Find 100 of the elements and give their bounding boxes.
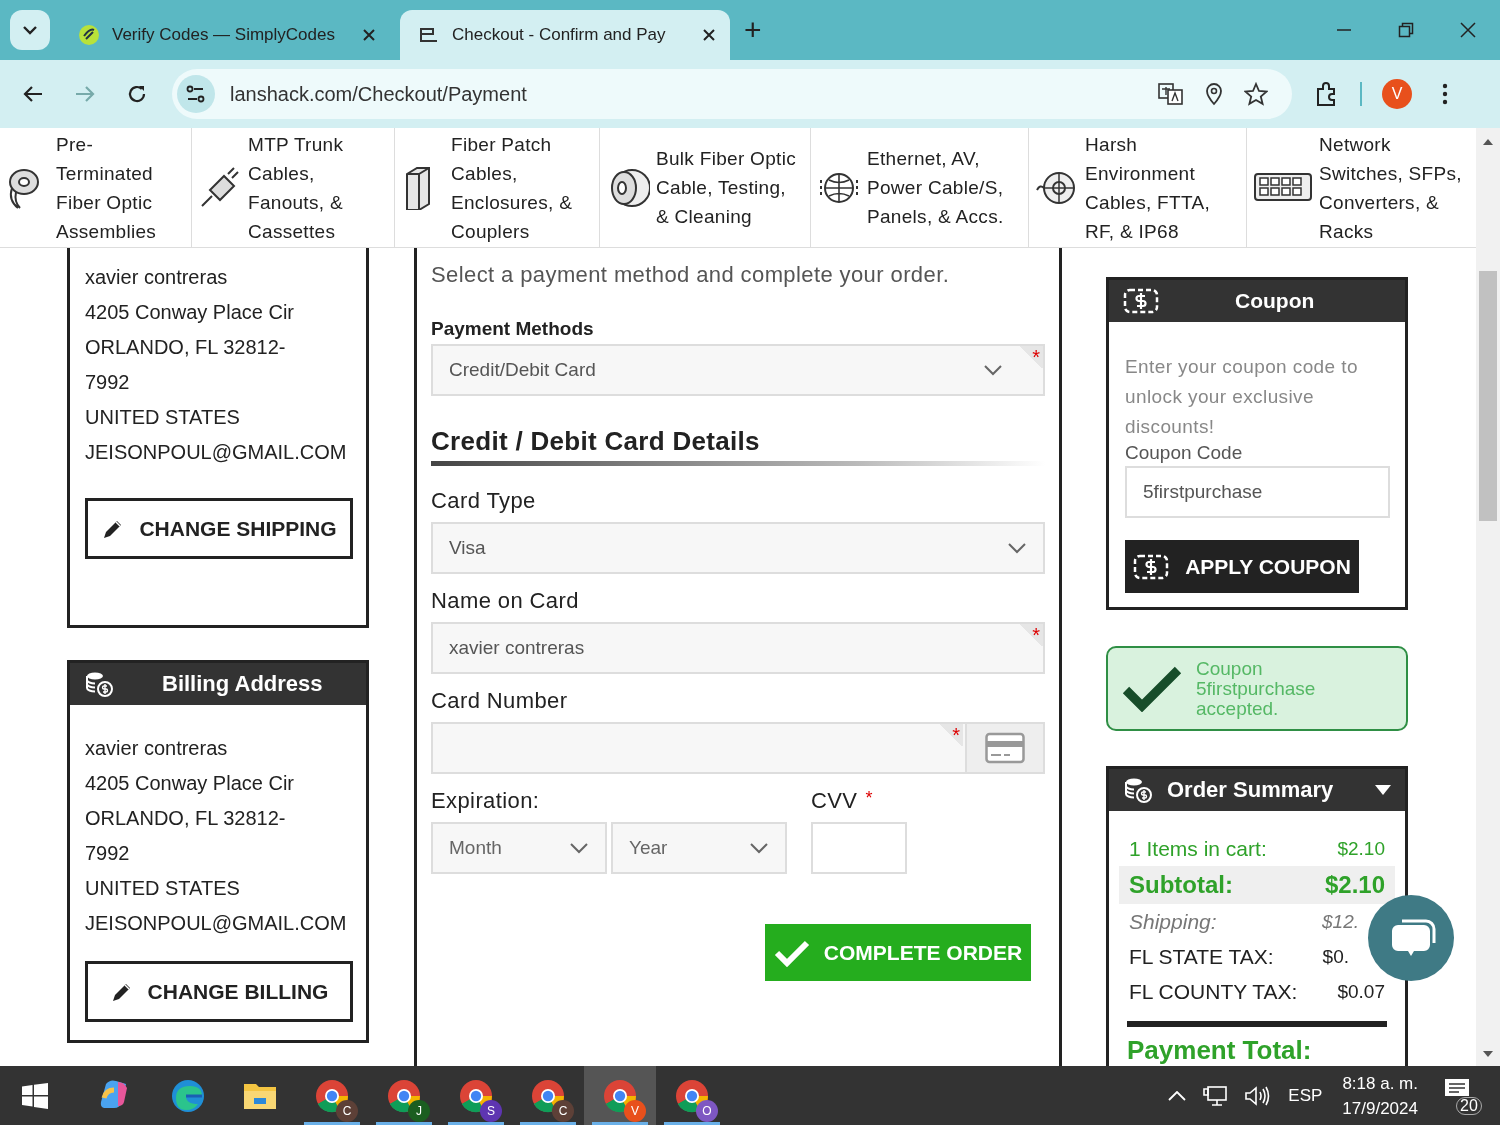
select-field[interactable]: Credit/Debit Card * [431,344,1045,396]
taskbar-app[interactable]: J [368,1066,440,1125]
input-field[interactable]: xavier contreras * [431,622,1045,674]
browser-icon [602,1077,638,1114]
tab-title: Verify Codes — SimplyCodes [112,25,336,45]
language-indicator[interactable]: ESP [1288,1085,1323,1106]
browser-icon [458,1077,494,1114]
chevron-up-icon[interactable] [1168,1090,1187,1101]
profile-badge: O [696,1099,718,1122]
summary-value: $12. [1322,910,1359,933]
address-line: xavier contreras [85,736,229,761]
clock-date[interactable]: 17/9/2024 [1342,1095,1418,1121]
coupon-code-field[interactable]: 5firstpurchase [1125,466,1390,518]
summary-value: $2.10 [1324,871,1385,899]
address-line: ORLANDO, FL 32812- 7992 [85,806,287,866]
site-settings-icon[interactable] [176,74,216,114]
profile-avatar[interactable]: V [1382,79,1412,109]
required-marker: * [1018,624,1043,646]
chat-button[interactable] [1368,895,1454,981]
browser-icon [314,1077,350,1114]
message-text: Coupon 5firstpurchase accepted. [1196,658,1317,719]
restore-icon[interactable] [1398,22,1414,38]
change-address-button[interactable]: CHANGE SHIPPING [85,498,353,559]
profile-badge: V [624,1099,646,1122]
address-line: xavier contreras [85,265,229,290]
edge-icon [170,1077,206,1114]
summary-value: $0.07 [1337,980,1385,1003]
location-pin-icon[interactable] [1204,82,1224,106]
taskbar-app[interactable]: C [512,1066,584,1125]
summary-label: Shipping: [1129,909,1217,934]
close-icon[interactable] [1460,22,1476,38]
url-text: lanshack.com/Checkout/Payment [230,82,527,106]
category-link[interactable]: Bulk Fiber Optic Cable, Testing, & Cleaning [600,128,811,247]
category-label: Harsh Environment Cables, FTTA, RF, & IP68 [1085,132,1210,244]
card-number-field[interactable]: * [431,722,1045,774]
windows-start-icon[interactable] [22,1082,48,1109]
chevron-down-icon [1007,542,1027,554]
category-link[interactable]: Network Switches, SFPs, Converters, & Racks [1247,128,1476,247]
profile-badge: S [480,1099,502,1122]
close-icon[interactable] [702,28,716,42]
caret-icon [1375,785,1391,795]
taskbar-app[interactable]: V [584,1066,656,1125]
address-bar[interactable]: lanshack.com/Checkout/Payment [172,69,1292,119]
scrollbar[interactable] [1476,128,1500,1066]
summary-label: FL STATE TAX: [1129,944,1274,969]
category-link[interactable]: Harsh Environment Cables, FTTA, RF, & IP68 [1029,128,1247,247]
address-line: 4205 Conway Place Cir [85,300,295,325]
network-icon[interactable] [1202,1084,1229,1107]
scroll-thumb[interactable] [1479,271,1497,521]
field-label: Name on Card [431,588,580,614]
category-link[interactable]: Ethernet, AV, Power Cable/S, Panels, & Accs. [811,128,1029,247]
profile-badge: J [408,1099,430,1122]
translate-icon[interactable] [1158,82,1184,106]
address-line: JEISONPOUL@GMAIL.COM [85,911,348,936]
summary-value: $0. [1322,945,1349,968]
clock-time[interactable]: 8:18 a. m. [1342,1070,1418,1096]
category-label: Fiber Patch Cables, Enclosures, & Couplers [451,132,573,244]
field-label: CVV [811,788,858,814]
coupon-description: Enter your coupon code to unlock your exclusive discounts! [1125,355,1359,439]
taskbar-app[interactable]: O [656,1066,728,1125]
new-tab-button[interactable]: + [744,15,762,45]
notifications-icon[interactable] [1444,1077,1470,1096]
apply-coupon-button[interactable]: APPLY COUPON [1125,540,1359,593]
taskbar-app[interactable]: C [296,1066,368,1125]
scroll-down-icon [1483,1051,1493,1058]
star-icon[interactable] [1244,82,1268,106]
select-field[interactable]: Year [611,822,787,874]
tab-title: Checkout - Confirm and Pay [452,25,667,45]
close-icon[interactable] [362,28,376,42]
taskbar-app[interactable]: S [440,1066,512,1125]
category-link[interactable]: Fiber Patch Cables, Enclosures, & Couplers [395,128,600,247]
select-field[interactable]: Visa [431,522,1045,574]
browser-icon [674,1077,710,1114]
menu-icon[interactable] [1442,83,1448,105]
browser-icon [530,1077,566,1114]
field-label: Coupon Code [1125,442,1244,464]
address-line: ORLANDO, FL 32812- 7992 [85,335,287,395]
category-link[interactable]: Pre- Terminated Fiber Optic Assemblies [0,128,192,247]
browser-tab[interactable]: Checkout - Confirm and Pay [400,10,730,60]
browser-tab[interactable]: Verify Codes — SimplyCodes [60,10,390,60]
summary-label: Payment Total: [1127,1035,1313,1066]
leaf-icon [78,24,100,46]
address-line: JEISONPOUL@GMAIL.COM [85,440,348,465]
summary-label: Subtotal: [1129,871,1233,899]
category-link[interactable]: MTP Trunk Cables, Fanouts, & Cassettes [192,128,395,247]
volume-icon[interactable] [1244,1084,1271,1107]
change-address-button[interactable]: CHANGE BILLING [85,961,353,1022]
summary-label: FL COUNTY TAX: [1129,979,1298,1004]
required-marker: * [938,724,963,746]
cvv-field[interactable] [811,822,907,874]
required-marker: * [865,788,873,810]
checkmark-icon [773,938,810,967]
card-header[interactable]: Order Summary [1109,769,1405,811]
chevron-down-icon [749,842,769,854]
select-field[interactable]: Month [431,822,607,874]
tab-list-icon[interactable] [10,10,50,50]
chevron-down-icon [983,364,1003,376]
section-heading: Credit / Debit Card Details [431,426,761,457]
reload-icon[interactable] [126,83,148,105]
checkmark-icon [1122,665,1182,712]
